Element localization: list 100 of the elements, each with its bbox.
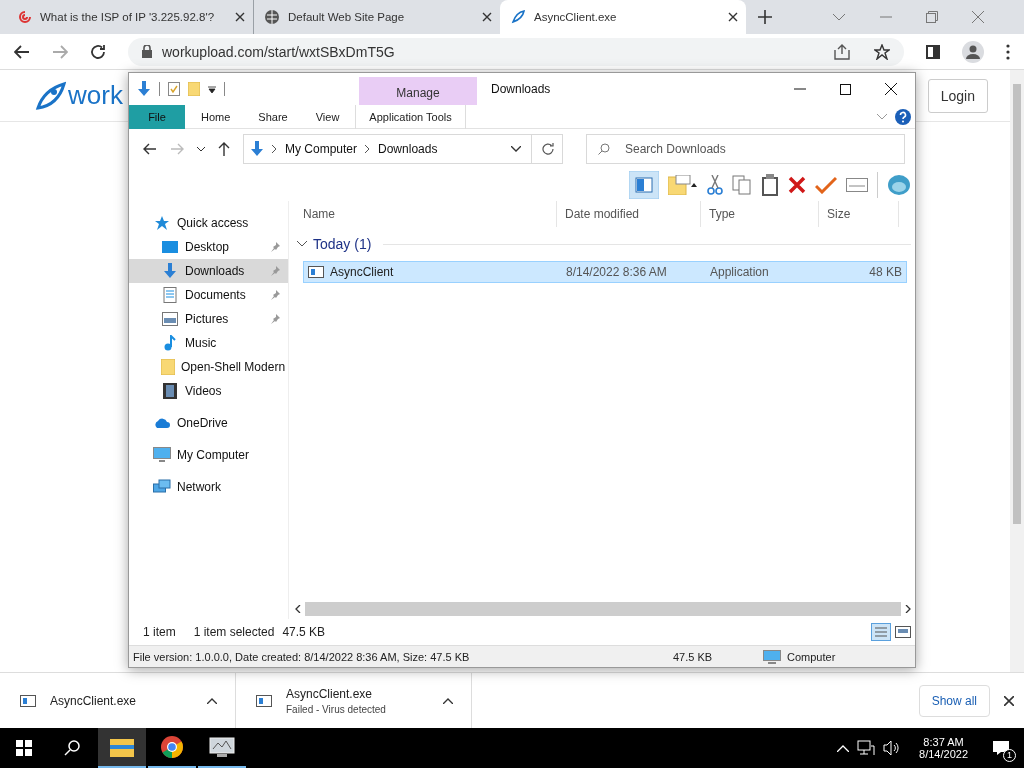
browser-tab[interactable]: Default Web Site Page bbox=[254, 0, 500, 34]
profile-icon[interactable] bbox=[962, 40, 984, 63]
sidebar-item[interactable]: Music bbox=[129, 331, 288, 355]
browser-icon[interactable] bbox=[160, 735, 184, 759]
notification-badge: 1 bbox=[1003, 749, 1016, 762]
scroll-right-icon[interactable] bbox=[905, 605, 911, 613]
sidebar-item[interactable]: My Computer bbox=[129, 443, 288, 467]
up-arrow-icon[interactable] bbox=[218, 142, 230, 156]
contextual-tab-header: Manage bbox=[359, 77, 477, 105]
download-arrow-icon[interactable] bbox=[137, 81, 151, 97]
side-panel-icon[interactable] bbox=[926, 44, 940, 59]
breadcrumb-item[interactable]: Downloads bbox=[378, 142, 438, 156]
properties-icon[interactable] bbox=[168, 82, 180, 96]
more-menu-icon[interactable] bbox=[1006, 43, 1010, 60]
browser-tab[interactable]: AsyncClient.exe bbox=[500, 0, 746, 34]
column-header[interactable]: Size bbox=[819, 201, 899, 227]
paste-icon[interactable] bbox=[761, 174, 779, 196]
bookmark-star-icon[interactable] bbox=[874, 43, 890, 60]
folder-icon bbox=[161, 359, 175, 375]
computer-screen-icon[interactable] bbox=[209, 737, 235, 757]
dropdown-icon[interactable] bbox=[208, 85, 216, 93]
chevron-down-icon[interactable] bbox=[297, 241, 307, 247]
breadcrumb-item[interactable]: My Computer bbox=[285, 142, 358, 156]
pictures-icon bbox=[162, 312, 178, 326]
ribbon-tab[interactable]: View bbox=[301, 104, 354, 129]
chevron-down-icon[interactable] bbox=[197, 146, 205, 152]
column-header[interactable]: Name bbox=[295, 201, 557, 227]
properties-card-icon[interactable] bbox=[846, 178, 868, 192]
close-icon[interactable] bbox=[885, 83, 897, 95]
ribbon-tab[interactable]: File bbox=[129, 104, 185, 129]
network-icon[interactable] bbox=[857, 740, 876, 756]
sidebar-item[interactable]: Documents bbox=[129, 283, 288, 307]
document-icon bbox=[163, 287, 177, 303]
chevron-up-icon[interactable] bbox=[443, 697, 453, 704]
folder-icon[interactable] bbox=[110, 737, 134, 757]
lock-icon bbox=[142, 45, 152, 58]
clock[interactable]: 8:37 AM 8/14/2022 bbox=[909, 736, 978, 760]
file-size: 48 KB bbox=[868, 265, 903, 279]
address-field[interactable]: My Computer Downloads bbox=[243, 134, 563, 164]
search-field[interactable]: Search Downloads bbox=[586, 134, 905, 164]
column-header[interactable]: Date modified bbox=[557, 201, 701, 227]
help-icon[interactable] bbox=[895, 108, 911, 125]
sidebar-item[interactable]: Quick access bbox=[129, 211, 288, 235]
tab-title: What is the ISP of IP '3.225.92.8'? bbox=[40, 11, 216, 23]
close-icon[interactable] bbox=[235, 12, 245, 22]
horizontal-scrollbar[interactable] bbox=[295, 601, 911, 617]
tab-title: Default Web Site Page bbox=[288, 11, 406, 23]
close-icon[interactable] bbox=[728, 12, 738, 22]
download-name: AsyncClient.exe bbox=[286, 686, 374, 701]
application-icon bbox=[256, 694, 272, 707]
file-row[interactable]: AsyncClient 8/14/2022 8:36 AM Application 48 KB bbox=[303, 261, 907, 283]
notification-icon[interactable] bbox=[992, 740, 1010, 756]
restore-icon[interactable] bbox=[926, 11, 938, 23]
column-header[interactable]: Type bbox=[701, 201, 819, 227]
speaker-icon[interactable] bbox=[883, 740, 902, 756]
download-name: AsyncClient.exe bbox=[50, 693, 138, 708]
back-icon[interactable] bbox=[143, 143, 157, 155]
details-size: 47.5 KB bbox=[673, 650, 714, 663]
close-icon[interactable] bbox=[1004, 695, 1014, 706]
star-icon bbox=[154, 215, 170, 231]
share-icon[interactable] bbox=[834, 43, 850, 60]
scroll-left-icon[interactable] bbox=[295, 605, 301, 613]
windows-start-icon[interactable] bbox=[16, 740, 32, 756]
preview-pane-icon[interactable] bbox=[629, 171, 659, 199]
copy-icon[interactable] bbox=[732, 175, 752, 195]
refresh-icon[interactable] bbox=[542, 143, 554, 155]
address-bar[interactable]: workupload.com/start/wxtSBxDmT5G bbox=[128, 37, 904, 66]
monitor-icon bbox=[153, 447, 171, 463]
maximize-icon[interactable] bbox=[840, 83, 851, 95]
show-all-button[interactable]: Show all bbox=[918, 684, 990, 717]
login-button[interactable]: Login bbox=[927, 78, 988, 113]
delete-icon[interactable] bbox=[788, 176, 806, 194]
desktop-icon bbox=[162, 240, 178, 254]
scrollbar[interactable] bbox=[1010, 70, 1024, 672]
chevron-down-icon[interactable] bbox=[511, 146, 521, 152]
window-title: Downloads bbox=[491, 82, 551, 96]
details-location: Computer bbox=[787, 650, 836, 663]
sidebar-item[interactable]: Videos bbox=[129, 379, 288, 403]
new-tab-icon[interactable] bbox=[758, 10, 772, 24]
download-status: Failed - Virus detected bbox=[286, 703, 387, 715]
search-icon[interactable] bbox=[64, 740, 80, 756]
close-icon[interactable] bbox=[482, 12, 492, 22]
reload-icon[interactable] bbox=[90, 43, 106, 60]
large-icons-view-icon[interactable] bbox=[895, 626, 911, 638]
sidebar-item[interactable]: OneDrive bbox=[129, 411, 288, 435]
ribbon-tab[interactable]: Application Tools bbox=[355, 104, 466, 129]
ribbon-tab[interactable]: Home bbox=[187, 104, 245, 129]
sidebar-item[interactable]: Pictures bbox=[129, 307, 288, 331]
sidebar-item[interactable]: Open-Shell Modern bbox=[129, 355, 288, 379]
sidebar-item[interactable]: Desktop bbox=[129, 235, 288, 259]
sidebar-item[interactable]: Downloads bbox=[129, 259, 288, 283]
download-arrow-icon bbox=[162, 263, 178, 279]
chevron-up-icon[interactable] bbox=[207, 697, 217, 704]
group-header[interactable]: Today (1) bbox=[313, 236, 372, 252]
cut-icon[interactable] bbox=[707, 175, 723, 195]
monitor-icon bbox=[763, 649, 781, 664]
sidebar-item[interactable]: Network bbox=[129, 475, 288, 499]
ribbon-tab[interactable]: Share bbox=[244, 104, 302, 129]
back-icon[interactable] bbox=[14, 44, 30, 59]
checkmark-icon[interactable] bbox=[815, 176, 837, 194]
